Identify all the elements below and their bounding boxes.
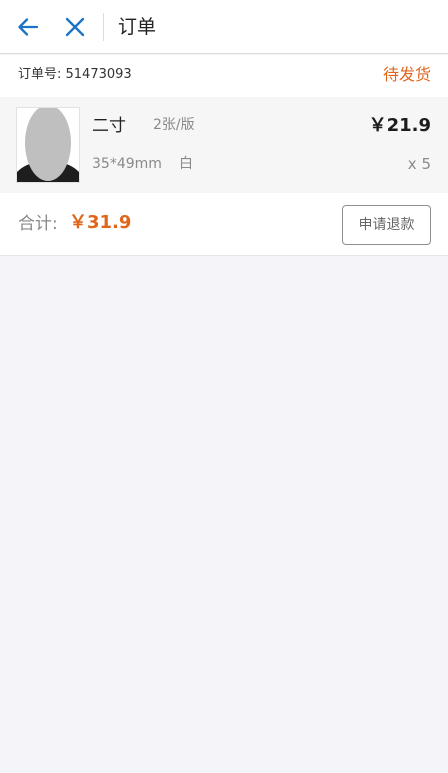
- top-bar: 订单: [0, 0, 448, 54]
- item-name: 二寸: [92, 116, 126, 136]
- item-background-color: 白: [179, 156, 193, 172]
- order-status-badge: 待发货: [382, 65, 431, 84]
- close-button[interactable]: [59, 11, 91, 43]
- item-size: 35*49mm: [92, 156, 162, 172]
- close-icon: [65, 17, 85, 37]
- order-number: 订单号: 51473093: [18, 67, 132, 82]
- request-refund-button[interactable]: 申请退款: [342, 205, 431, 245]
- total-amount: ￥31.9: [69, 212, 132, 233]
- header-divider: [103, 13, 104, 41]
- order-total-row: 合计: ￥31.9 申请退款: [0, 193, 448, 255]
- id-photo-thumbnail: [16, 107, 80, 183]
- item-quantity: x 5: [407, 155, 431, 173]
- back-button[interactable]: [12, 11, 44, 43]
- item-price: ￥21.9: [368, 115, 431, 136]
- total-label: 合计:: [18, 214, 58, 234]
- order-item[interactable]: 二寸 2张/版 ￥21.9 35*49mm 白 x 5: [0, 97, 448, 193]
- arrow-left-icon: [18, 18, 39, 36]
- page-title: 订单: [118, 16, 157, 38]
- portrait-photo-icon: [17, 108, 79, 182]
- item-layout: 2张/版: [153, 117, 195, 133]
- order-number-row: 订单号: 51473093 待发货: [0, 55, 448, 97]
- order-card: 订单号: 51473093 待发货 二寸 2张/版 ￥21.9 35*49mm …: [0, 55, 448, 256]
